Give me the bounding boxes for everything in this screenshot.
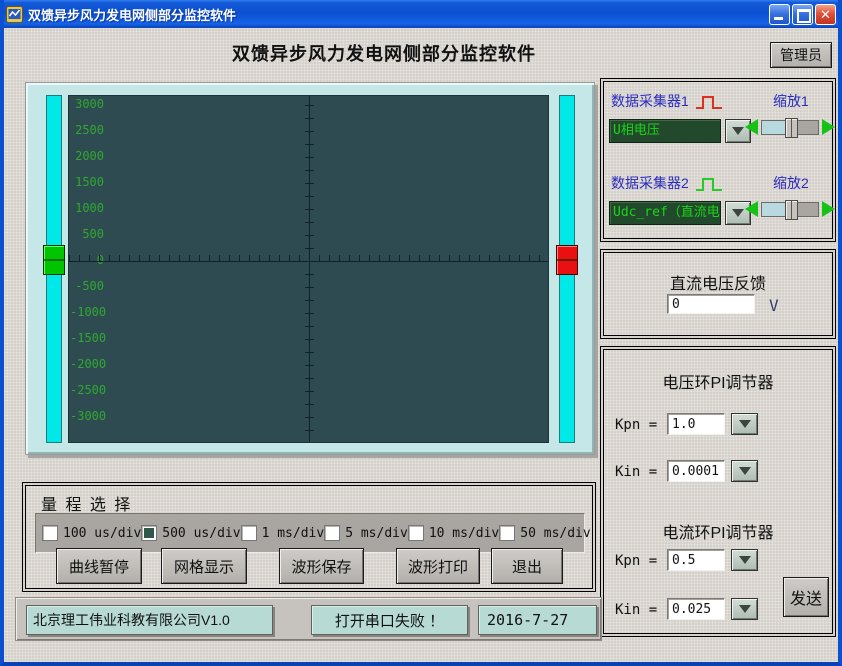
- y-tick-label: 2000: [70, 150, 104, 163]
- voltage-pi-title: 电压环PI调节器: [601, 369, 835, 393]
- chevron-down-icon: [739, 556, 751, 564]
- voltage-kin-label: Kin =: [615, 464, 657, 480]
- y-tick-label: -1500: [70, 332, 104, 345]
- collector2-select[interactable]: Udc_ref（直流电: [609, 201, 721, 225]
- checkbox-icon[interactable]: [241, 525, 257, 541]
- voltage-kpn-input[interactable]: [667, 413, 725, 435]
- waveform-chart: 3000 2500 2000 1500 1000 500 0 -500 -100…: [25, 82, 595, 455]
- maximize-button[interactable]: [792, 4, 813, 25]
- chevron-down-icon: [739, 420, 751, 428]
- pi-regulator-panel: 电压环PI调节器 Kpn = Kin = 电流环PI调节器 Kpn = Kin …: [600, 346, 836, 637]
- chevron-down-icon: [732, 127, 744, 135]
- current-kpn-input[interactable]: [667, 549, 725, 571]
- zoom2-track[interactable]: [761, 202, 819, 217]
- current-kin-label: Kin =: [615, 602, 657, 618]
- grid-display-button[interactable]: 网格显示: [161, 548, 247, 584]
- y-tick-label: -1000: [70, 306, 104, 319]
- pause-curve-button[interactable]: 曲线暂停: [56, 548, 142, 584]
- chevron-down-icon: [732, 209, 744, 217]
- volt-unit-label: V: [769, 296, 779, 315]
- serial-port-status-message: 打开串口失败 ！: [311, 605, 468, 635]
- titlebar: 双馈异步风力发电网侧部分监控软件 ✕: [0, 0, 842, 28]
- channel2-offset-handle[interactable]: [556, 245, 578, 275]
- zoom1-slider: [745, 119, 835, 135]
- range-options-strip: 100 us/div 500 us/div 1 ms/div 5 ms/div …: [35, 513, 585, 553]
- exit-button[interactable]: 退出: [491, 548, 563, 584]
- app-icon: [6, 6, 23, 23]
- window-controls: ✕: [769, 4, 836, 25]
- zoom1-label: 缩放1: [773, 91, 809, 111]
- dc-feedback-panel: 直流电压反馈 V: [600, 249, 836, 339]
- range-option-5ms[interactable]: 5 ms/div: [324, 525, 408, 541]
- range-option-50ms[interactable]: 50 ms/div: [499, 525, 590, 541]
- collector1-label: 数据采集器1: [611, 91, 689, 111]
- plot-area: 3000 2500 2000 1500 1000 500 0 -500 -100…: [68, 95, 549, 443]
- range-option-1ms[interactable]: 1 ms/div: [241, 525, 325, 541]
- save-waveform-button[interactable]: 波形保存: [279, 548, 364, 584]
- range-option-100us[interactable]: 100 us/div: [42, 525, 141, 541]
- range-panel: 量 程 选 择 100 us/div 500 us/div 1 ms/div 5…: [22, 482, 596, 592]
- range-option-10ms[interactable]: 10 ms/div: [408, 525, 499, 541]
- collector2-label: 数据采集器2: [611, 173, 689, 193]
- y-tick-label: 3000: [70, 98, 104, 111]
- print-waveform-button[interactable]: 波形打印: [396, 548, 480, 584]
- current-kpn-dropdown-button[interactable]: [731, 549, 758, 571]
- zoom1-track[interactable]: [761, 120, 819, 135]
- voltage-kin-dropdown-button[interactable]: [731, 460, 758, 482]
- app-window: 双馈异步风力发电网侧部分监控软件 ✕ 双馈异步风力发电网侧部分监控软件 管理员 …: [0, 0, 842, 666]
- send-button[interactable]: 发送: [783, 577, 829, 617]
- checkbox-icon[interactable]: [42, 525, 58, 541]
- page-title: 双馈异步风力发电网侧部分监控软件: [134, 40, 634, 66]
- dc-feedback-input[interactable]: [667, 294, 755, 314]
- window-title: 双馈异步风力发电网侧部分监控软件: [28, 5, 769, 24]
- chevron-down-icon: [739, 605, 751, 613]
- y-tick-label: 500: [70, 228, 104, 241]
- range-panel-title: 量 程 选 择: [41, 491, 132, 515]
- checkbox-icon[interactable]: [324, 525, 340, 541]
- y-tick-label: 1500: [70, 176, 104, 189]
- current-kin-dropdown-button[interactable]: [731, 598, 758, 620]
- checkbox-icon[interactable]: [499, 525, 515, 541]
- zoom2-slider: [745, 201, 835, 217]
- company-version-label: 北京理工伟业科教有限公司V1.0: [26, 605, 273, 635]
- current-pi-title: 电流环PI调节器: [601, 519, 835, 543]
- collector-panel: 数据采集器1 缩放1 U相电压 数据采集器2 缩放2: [600, 78, 836, 242]
- voltage-kin-input[interactable]: [667, 460, 725, 482]
- current-kin-input[interactable]: [667, 598, 725, 620]
- y-tick-label: -2500: [70, 384, 104, 397]
- y-tick-label: 2500: [70, 124, 104, 137]
- dc-feedback-title: 直流电压反馈: [601, 270, 835, 294]
- minimize-button[interactable]: [769, 4, 790, 25]
- channel2-pulse-icon: [695, 176, 723, 193]
- y-tick-label: -500: [70, 280, 104, 293]
- current-kpn-label: Kpn =: [615, 553, 657, 569]
- y-tick-label: 1000: [70, 202, 104, 215]
- y-axis: [309, 96, 310, 442]
- voltage-kpn-dropdown-button[interactable]: [731, 413, 758, 435]
- checkbox-icon[interactable]: [408, 525, 424, 541]
- status-bar: 北京理工伟业科教有限公司V1.0 打开串口失败 ！ 2016-7-27: [15, 597, 602, 641]
- channel1-offset-handle[interactable]: [43, 245, 65, 275]
- voltage-kpn-label: Kpn =: [615, 417, 657, 433]
- date-label: 2016-7-27: [478, 605, 597, 635]
- zoom1-decrement-arrow[interactable]: [745, 119, 758, 135]
- checkbox-icon[interactable]: [141, 525, 157, 541]
- zoom2-decrement-arrow[interactable]: [745, 201, 758, 217]
- y-tick-label: -3000: [70, 410, 104, 423]
- close-button[interactable]: ✕: [815, 4, 836, 25]
- chevron-down-icon: [739, 467, 751, 475]
- zoom2-handle[interactable]: [785, 200, 798, 220]
- y-tick-label: -2000: [70, 358, 104, 371]
- zoom1-handle[interactable]: [785, 118, 798, 138]
- zoom2-label: 缩放2: [773, 173, 809, 193]
- zoom1-increment-arrow[interactable]: [822, 119, 835, 135]
- zoom2-increment-arrow[interactable]: [822, 201, 835, 217]
- range-option-500us[interactable]: 500 us/div: [141, 525, 240, 541]
- collector1-select[interactable]: U相电压: [609, 119, 721, 143]
- channel1-pulse-icon: [695, 94, 723, 111]
- client-area: 双馈异步风力发电网侧部分监控软件 管理员 3000 2500 2000 1500…: [4, 28, 838, 662]
- admin-button[interactable]: 管理员: [770, 42, 832, 68]
